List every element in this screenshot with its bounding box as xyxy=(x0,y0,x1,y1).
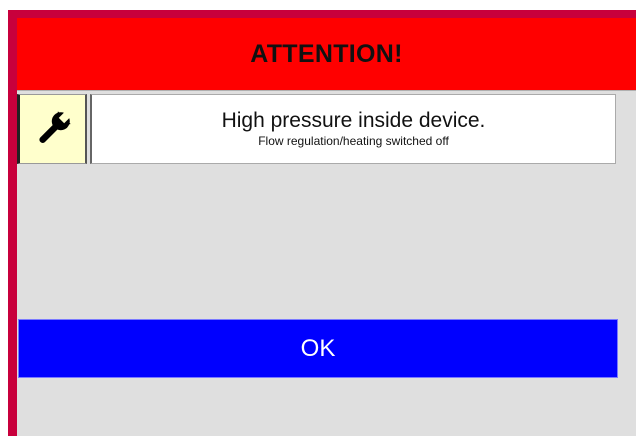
message-row: High pressure inside device. Flow regula… xyxy=(17,94,616,164)
dialog-titlebar: ATTENTION! xyxy=(17,18,636,91)
message-box: High pressure inside device. Flow regula… xyxy=(90,94,616,164)
ok-button[interactable]: OK xyxy=(18,319,618,378)
message-text: High pressure inside device. xyxy=(221,109,486,132)
wrench-icon-graphic xyxy=(38,110,71,143)
wrench-icon xyxy=(17,94,87,164)
alert-dialog: ATTENTION! High pressure inside device. … xyxy=(17,18,636,436)
message-subtext: Flow regulation/heating switched off xyxy=(258,134,449,148)
dialog-title: ATTENTION! xyxy=(250,39,403,68)
